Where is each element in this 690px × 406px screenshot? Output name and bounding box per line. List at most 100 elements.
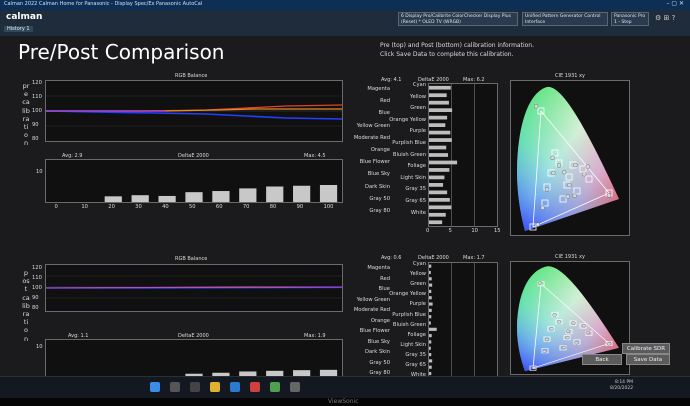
pre-gray-xtick: 100 — [323, 204, 334, 210]
post-cie-measured-point — [537, 281, 543, 285]
pre-gray-xtick: 40 — [162, 204, 169, 210]
pre-color-bar — [429, 205, 452, 210]
calman-app-icon[interactable] — [250, 382, 260, 392]
pre-color-xticks: 0 5 10 15 — [426, 228, 501, 236]
main-content: Pre/Post Comparison Pre (top) and Post (… — [0, 36, 690, 384]
pre-cie-measured-point — [544, 187, 550, 192]
pre-left-color-name: Blue — [378, 110, 390, 117]
post-color-bar — [429, 302, 433, 306]
post-cie-measured-point — [531, 366, 537, 370]
pre-rgb-chart — [45, 80, 343, 142]
settings-icons[interactable]: ⚙ ⊞ ? — [655, 14, 675, 22]
pre-color-bar — [429, 130, 451, 135]
post-color-bar — [429, 296, 432, 300]
pre-right-color-name: Purple — [409, 128, 426, 135]
post-color-bar — [429, 371, 432, 376]
post-color-bar — [429, 283, 433, 287]
pre-rgb-title: RGB Balance — [175, 73, 208, 79]
pre-color-xtick: 10 — [471, 228, 478, 234]
taskbar-clock[interactable]: 8:14 PM 8/20/2022 — [610, 380, 633, 392]
post-cie-measured-point — [574, 341, 579, 345]
page-title: Pre/Post Comparison — [18, 40, 225, 64]
pre-gray-bar — [293, 185, 311, 202]
display-device-button[interactable]: Panasonic Pro 1 - Step — [611, 12, 649, 26]
pre-cie-measured-point — [573, 162, 578, 168]
post-color-bar — [429, 270, 431, 275]
post-cie-measured-point — [556, 320, 562, 324]
post-cie-measured-point — [606, 342, 612, 346]
pre-cie-measured-point — [582, 172, 587, 177]
pre-color-bar — [429, 153, 449, 157]
pre-right-color-name: Gray 35 — [405, 186, 426, 193]
post-side-label: post calibration — [22, 269, 30, 343]
pre-color-bar — [429, 145, 447, 150]
pre-right-color-name: Green — [410, 105, 426, 112]
post-right-color-name: Gray 65 — [405, 362, 426, 368]
monitor-brand: ViewSonic — [328, 398, 359, 405]
post-cie-measured-point — [585, 330, 591, 335]
post-color-bar — [429, 321, 431, 325]
pre-cie-title: CIE 1931 xy — [555, 73, 585, 79]
pre-color-bar — [429, 138, 452, 142]
post-right-color-name: Yellow — [410, 271, 426, 278]
pre-color-bar — [429, 160, 458, 165]
post-color-bar — [429, 340, 432, 344]
post-cie-measured-point — [542, 349, 547, 354]
edge-icon[interactable] — [230, 382, 240, 392]
pre-gray-xtick: 70 — [242, 204, 250, 210]
pre-cie-measured-point — [534, 104, 539, 109]
post-cie-title: CIE 1931 xy — [555, 254, 585, 260]
pre-cie-measured-point — [540, 205, 545, 210]
post-color-bar — [429, 327, 437, 331]
pre-color-bar — [429, 175, 445, 180]
file-explorer-icon[interactable] — [210, 382, 220, 392]
post-right-color-name: Purple — [409, 301, 426, 308]
windows-start-icon[interactable] — [150, 382, 160, 392]
pre-gray-bar — [239, 188, 257, 202]
task-view-icon[interactable] — [190, 382, 200, 392]
pre-right-color-name: Orange Yellow — [389, 116, 426, 123]
pre-gray-xtick: 10 — [81, 204, 88, 210]
pre-gray-ytick: 10 — [36, 169, 43, 175]
tab-history[interactable]: History 1 — [4, 26, 33, 32]
calibrate-sdr-button[interactable]: Calibrate SDR — [622, 343, 670, 354]
pre-cie-measured-point — [535, 222, 540, 227]
pre-gray-bar — [266, 186, 284, 202]
window-controls[interactable]: – ▢ ✕ — [666, 0, 684, 7]
pre-gray-xticks: 0 10 20 30 40 50 60 70 80 90 100 — [45, 204, 343, 212]
pre-right-color-name: Purplish Blue — [392, 140, 426, 146]
pre-cie-measured-point — [556, 163, 562, 168]
pre-right-color-name: Foliage — [407, 163, 426, 170]
post-cie-measured-point — [549, 327, 554, 331]
pre-gray-xtick: 0 — [54, 204, 58, 210]
post-color-bar — [429, 289, 432, 293]
pre-right-color-name: Light Skin — [400, 174, 426, 181]
pre-cie-measured-point — [551, 170, 556, 176]
window-title: Calman 2022 Calman Home for Panasonic - … — [4, 1, 203, 7]
pre-gray-xtick: 20 — [108, 204, 115, 210]
pre-gray-xtick: 60 — [215, 204, 223, 210]
post-color-bar — [429, 277, 432, 281]
app-icon[interactable] — [270, 382, 280, 392]
meter-device-button[interactable]: 6 Display Pro/Calibrite ColorChecker Dis… — [398, 12, 518, 26]
post-color-bar — [429, 365, 432, 369]
back-button[interactable]: Back — [582, 354, 622, 365]
settings-app-icon[interactable] — [290, 382, 300, 392]
post-right-color-name: Orange Yellow — [389, 291, 426, 298]
search-icon[interactable] — [170, 382, 180, 392]
post-color-bar — [429, 315, 432, 319]
pre-side-label: pre calibration — [22, 82, 30, 148]
windows-taskbar: 8:14 PM 8/20/2022 — [0, 376, 690, 399]
pre-right-color-name: Bluish Green — [392, 151, 426, 158]
pre-color-xtick: 0 — [426, 228, 430, 234]
save-data-button[interactable]: Save Data — [626, 354, 670, 365]
pre-gray-bar — [104, 196, 122, 202]
post-cie-measured-point — [544, 337, 550, 342]
pre-gray-xtick: 90 — [296, 204, 304, 210]
pre-color-xtick: 5 — [448, 228, 452, 234]
info-line-2: Click Save Data to complete this calibra… — [380, 51, 514, 58]
pre-gray-xtick: 80 — [269, 204, 277, 210]
pre-color-bar — [429, 183, 444, 187]
pattern-generator-button[interactable]: Unified Pattern Generator Control Interf… — [522, 12, 608, 26]
pre-right-color-name: Yellow — [410, 93, 426, 100]
